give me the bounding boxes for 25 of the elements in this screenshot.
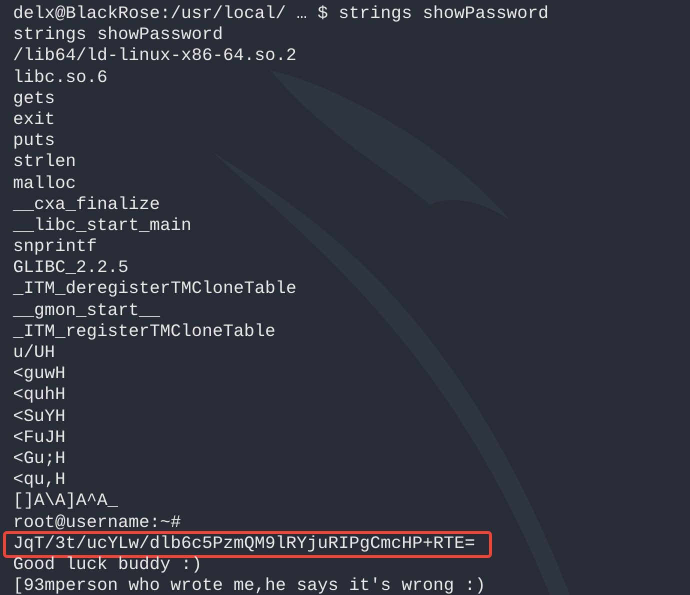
output-line: <qu,H [12,470,67,492]
output-line: __libc_start_main [12,216,193,238]
output-line: exit [12,110,56,132]
output-line: strlen [12,152,78,174]
output-line: /lib64/ld-linux-x86-64.so.2 [12,46,298,68]
output-line: libc.so.6 [12,68,109,89]
output-line: <quhH [12,385,67,407]
output-line: _ITM_deregisterTMCloneTable [12,279,298,301]
output-line: strings showPassword [12,25,224,46]
output-line: GLIBC_2.2.5 [12,258,130,280]
output-line: puts [12,131,56,152]
output-line: <FuJH [12,428,67,449]
output-line: <SuYH [12,406,67,428]
output-line: <guwH [12,364,67,386]
output-line: snprintf [12,237,98,258]
output-line: __cxa_finalize [12,194,162,216]
output-line: _ITM_registerTMCloneTable [12,322,277,343]
output-line: []A\A]A^A_ [12,491,120,512]
output-line: [93mperson who wrote me,he says it's wrong :) [12,576,487,595]
command-line: delx@BlackRose:/usr/local/ … $ strings showPassword [12,4,550,26]
output-line: gets [12,88,56,110]
output-line: u/UH [12,343,56,364]
output-line: __gmon_start__ [12,300,162,322]
output-line: malloc [12,174,78,195]
output-line: <Gu;H [12,448,67,470]
